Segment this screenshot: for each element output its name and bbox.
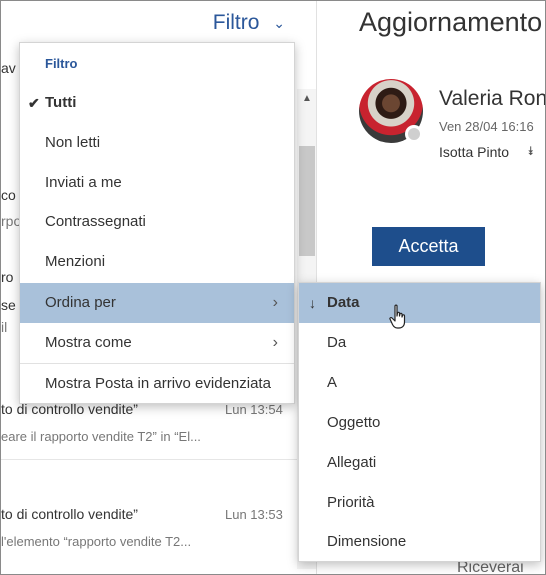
menu-item-view-as[interactable]: Mostra come ›	[20, 323, 294, 363]
sort-item-to[interactable]: A	[299, 363, 540, 403]
sort-item-subject[interactable]: Oggetto	[299, 403, 540, 443]
menu-item-label: Inviati a me	[45, 174, 122, 191]
sort-item-label: Oggetto	[327, 414, 381, 431]
sent-date: Ven 28/04 16:16	[439, 119, 534, 134]
sort-item-label: Data	[327, 294, 360, 311]
menu-item-focused-inbox[interactable]: Mostra Posta in arrivo evidenziata	[20, 364, 294, 404]
menu-item-label: Tutti	[45, 94, 77, 111]
menu-item-all[interactable]: ✔ Tutti	[20, 83, 294, 123]
sort-item-size[interactable]: Dimensione	[299, 522, 540, 562]
menu-item-mentions[interactable]: Menzioni	[20, 242, 294, 282]
list-item-fragment[interactable]: il	[1, 319, 7, 335]
sort-item-label: Priorità	[327, 494, 375, 511]
sort-by-submenu: ↓ Data Da A Oggetto Allegati Priorità Di…	[298, 282, 541, 562]
list-divider	[1, 459, 297, 460]
chevron-down-icon: ⌄	[273, 14, 285, 31]
list-item-preview: eare il rapporto vendite T2” in “El...	[1, 429, 201, 444]
menu-item-label: Mostra Posta in arrivo evidenziata	[45, 375, 271, 392]
sort-item-from[interactable]: Da	[299, 323, 540, 363]
menu-item-label: Non letti	[45, 134, 101, 151]
list-item-time: Lun 13:54	[225, 402, 283, 417]
sort-item-attachments[interactable]: Allegati	[299, 443, 540, 483]
list-item-subject: to di controllo vendite”	[1, 506, 138, 522]
scroll-up-arrow-icon[interactable]: ▲	[299, 93, 315, 104]
menu-item-label: Mostra come	[45, 334, 132, 351]
menu-item-sent-to-me[interactable]: Inviati a me	[20, 163, 294, 203]
filter-button[interactable]: Filtro ⌄	[213, 11, 285, 35]
expand-recipients-icon[interactable]: ⯯	[527, 144, 534, 159]
chevron-right-icon: ›	[272, 294, 278, 311]
filter-menu: Filtro ✔ Tutti Non letti Inviati a me Co…	[19, 42, 295, 404]
filter-button-label: Filtro	[212, 11, 260, 34]
menu-item-label: Ordina per	[45, 294, 116, 311]
sort-descending-icon: ↓	[309, 295, 316, 311]
checkmark-icon: ✔	[28, 95, 40, 111]
menu-item-label: Contrassegnati	[45, 213, 146, 230]
sort-item-label: Da	[327, 334, 347, 351]
recipient-name[interactable]: Isotta Pinto	[439, 144, 509, 160]
app-window: Filtro ⌄ av ▲ co rpo ro se il to di cont…	[0, 0, 546, 575]
list-item-fragment[interactable]: ro	[1, 269, 13, 285]
sender-name[interactable]: Valeria Ron	[439, 87, 545, 111]
list-item-preview: l'elemento “rapporto vendite T2...	[1, 534, 192, 549]
menu-item-label: Menzioni	[45, 253, 106, 270]
chevron-right-icon: ›	[272, 334, 278, 351]
message-subject: Aggiornamento	[359, 7, 543, 37]
tab-fragment[interactable]: av	[1, 60, 16, 76]
list-item-fragment[interactable]: co	[1, 187, 16, 203]
filter-menu-heading: Filtro	[45, 56, 78, 71]
sort-item-label: Allegati	[327, 454, 377, 471]
accept-button[interactable]: Accetta	[372, 227, 485, 266]
menu-item-flagged[interactable]: Contrassegnati	[20, 202, 294, 242]
list-item-fragment[interactable]: se	[1, 297, 16, 313]
menu-item-unread[interactable]: Non letti	[20, 123, 294, 163]
sort-item-label: A	[327, 374, 338, 391]
presence-status-icon	[405, 125, 423, 143]
scrollbar-thumb[interactable]	[299, 146, 315, 256]
sort-item-priority[interactable]: Priorità	[299, 483, 540, 523]
sort-item-label: Dimensione	[327, 533, 407, 550]
list-item-time: Lun 13:53	[225, 507, 283, 522]
sort-item-date[interactable]: ↓ Data	[299, 283, 540, 323]
hand-pointer-icon	[389, 304, 406, 329]
menu-item-sort-by[interactable]: Ordina per ›	[20, 283, 294, 323]
